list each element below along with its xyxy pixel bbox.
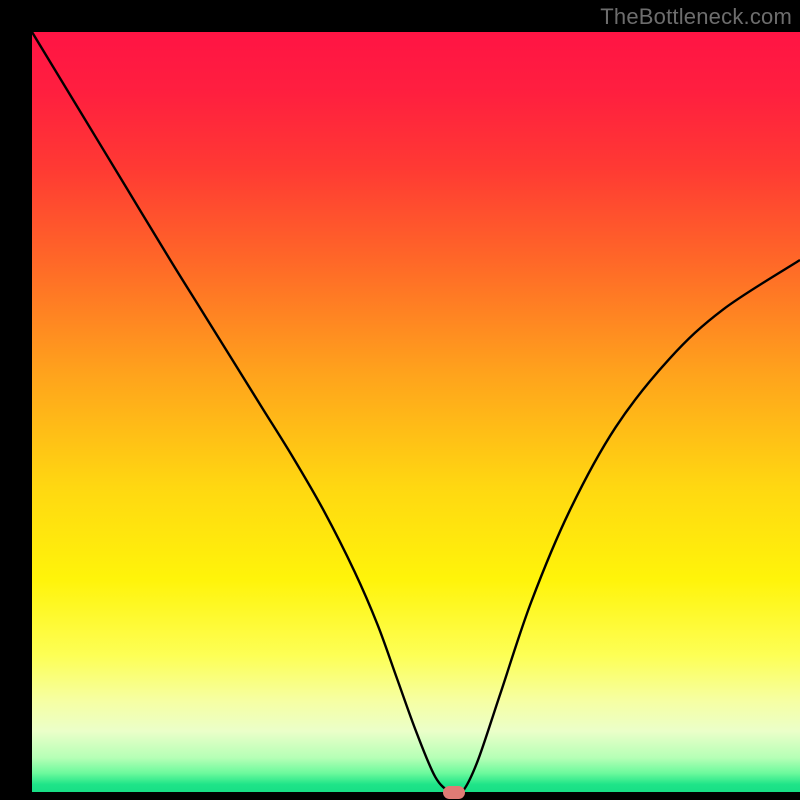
plot-area [32, 32, 800, 792]
plot-svg [32, 32, 800, 792]
optimal-point-marker [443, 786, 465, 799]
chart-container: TheBottleneck.com [0, 0, 800, 800]
watermark-label: TheBottleneck.com [600, 4, 792, 30]
gradient-background [32, 32, 800, 792]
